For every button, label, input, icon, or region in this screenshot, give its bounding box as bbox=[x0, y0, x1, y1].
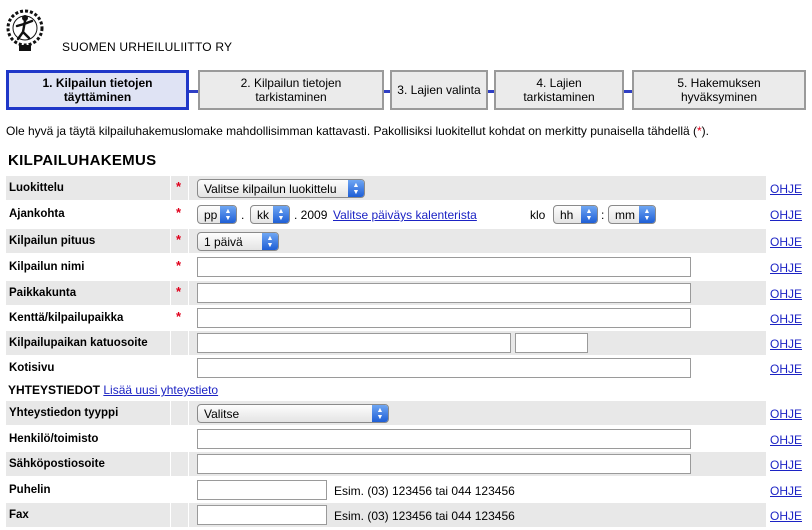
phone-input[interactable] bbox=[197, 480, 327, 500]
progress-stepper: 1. Kilpailun tietojen täyttäminen 2. Kil… bbox=[6, 70, 806, 110]
federation-logo bbox=[6, 6, 44, 56]
contact-person-input[interactable] bbox=[197, 429, 691, 449]
fax-example: Esim. (03) 123456 tai 044 123456 bbox=[334, 509, 515, 523]
classification-label: Luokittelu bbox=[6, 176, 170, 200]
contact-type-select[interactable]: Valitse ▲ ▼ bbox=[197, 404, 389, 423]
help-link-homepage[interactable]: OHJE bbox=[770, 362, 802, 376]
contact-section-header: YHTEYSTIEDOT Lisää uusi yhteystieto bbox=[8, 383, 218, 397]
fax-label: Fax bbox=[6, 503, 170, 527]
row-classification: Luokittelu * Valitse kilpailun luokittel… bbox=[6, 176, 806, 201]
row-homepage: Kotisivu OHJE bbox=[6, 356, 806, 381]
row-street-address: Kilpailupaikan katuosoite OHJE bbox=[6, 331, 806, 356]
intro-text: Ole hyvä ja täytä kilpailuhakemuslomake … bbox=[6, 124, 710, 138]
help-link-venue[interactable]: OHJE bbox=[770, 312, 802, 326]
contact-person-label: Henkilö/toimisto bbox=[9, 433, 99, 445]
contact-section-title: YHTEYSTIEDOT bbox=[8, 383, 101, 397]
date-label: Ajankohta bbox=[9, 208, 65, 220]
required-mark: * bbox=[171, 281, 188, 305]
select-arrows-icon: ▲ ▼ bbox=[581, 206, 597, 223]
municipality-input[interactable] bbox=[197, 283, 691, 303]
help-link-contact-person[interactable]: OHJE bbox=[770, 433, 802, 447]
required-mark: * bbox=[171, 229, 188, 253]
step-3-choose-events[interactable]: 3. Lajien valinta bbox=[390, 70, 488, 110]
form-title: KILPAILUHAKEMUS bbox=[8, 152, 157, 169]
time-label: klo bbox=[530, 208, 546, 222]
email-input[interactable] bbox=[197, 454, 691, 474]
email-label: Sähköpostiosoite bbox=[6, 452, 170, 476]
organization-name: SUOMEN URHEILULIITTO RY bbox=[62, 40, 233, 54]
municipality-label: Paikkakunta bbox=[6, 281, 170, 305]
classification-select[interactable]: Valitse kilpailun luokittelu ▲ ▼ bbox=[197, 179, 365, 198]
add-contact-link[interactable]: Lisää uusi yhteystieto bbox=[103, 383, 218, 397]
select-arrows-icon: ▲ ▼ bbox=[372, 405, 388, 422]
row-competition-name: Kilpailun nimi * OHJE bbox=[6, 255, 806, 280]
month-select[interactable]: kk ▲ ▼ bbox=[250, 205, 290, 224]
duration-label: Kilpailun pituus bbox=[6, 229, 170, 253]
postal-code-input[interactable] bbox=[515, 333, 588, 353]
row-fax: Fax Esim. (03) 123456 tai 044 123456 OHJ… bbox=[6, 503, 806, 528]
select-arrows-icon: ▲ ▼ bbox=[348, 180, 364, 197]
year-text: . 2009 bbox=[294, 208, 328, 222]
row-phone: Puhelin Esim. (03) 123456 tai 044 123456… bbox=[6, 478, 806, 503]
phone-example: Esim. (03) 123456 tai 044 123456 bbox=[334, 484, 515, 498]
date-separator: . bbox=[241, 208, 245, 222]
help-link-classification[interactable]: OHJE bbox=[770, 182, 802, 196]
venue-label: Kenttä/kilpailupaikka bbox=[9, 312, 124, 324]
help-link-phone[interactable]: OHJE bbox=[770, 484, 802, 498]
row-date: Ajankohta * pp ▲ ▼ . kk ▲ ▼ . 2009 Valitse p… bbox=[6, 202, 806, 227]
street-address-input[interactable] bbox=[197, 333, 511, 353]
street-address-label: Kilpailupaikan katuosoite bbox=[6, 331, 170, 355]
help-link-date[interactable]: OHJE bbox=[770, 208, 802, 222]
select-arrows-icon: ▲ ▼ bbox=[273, 206, 289, 223]
homepage-input[interactable] bbox=[197, 358, 691, 378]
venue-input[interactable] bbox=[197, 308, 691, 328]
required-mark: * bbox=[176, 258, 182, 273]
required-mark: * bbox=[171, 176, 188, 200]
help-link-competition-name[interactable]: OHJE bbox=[770, 261, 802, 275]
help-link-duration[interactable]: OHJE bbox=[770, 235, 802, 249]
homepage-label: Kotisivu bbox=[9, 362, 55, 374]
row-email: Sähköpostiosoite OHJE bbox=[6, 452, 806, 477]
row-contact-type: Yhteystiedon tyyppi Valitse ▲ ▼ OHJE bbox=[6, 401, 806, 426]
row-venue: Kenttä/kilpailupaikka * OHJE bbox=[6, 306, 806, 331]
help-link-municipality[interactable]: OHJE bbox=[770, 287, 802, 301]
contact-type-label: Yhteystiedon tyyppi bbox=[6, 401, 170, 425]
fax-input[interactable] bbox=[197, 505, 327, 525]
step-2-review-details[interactable]: 2. Kilpailun tietojen tarkistaminen bbox=[198, 70, 384, 110]
competition-name-label: Kilpailun nimi bbox=[9, 261, 85, 273]
help-link-contact-type[interactable]: OHJE bbox=[770, 407, 802, 421]
competition-name-input[interactable] bbox=[197, 257, 691, 277]
hour-select[interactable]: hh ▲ ▼ bbox=[553, 205, 598, 224]
step-5-approve-application[interactable]: 5. Hakemuksen hyväksyminen bbox=[632, 70, 806, 110]
step-4-review-events[interactable]: 4. Lajien tarkistaminen bbox=[494, 70, 624, 110]
calendar-link[interactable]: Valitse päiväys kalenterista bbox=[333, 208, 477, 222]
minute-select[interactable]: mm ▲ ▼ bbox=[608, 205, 656, 224]
duration-select[interactable]: 1 päivä ▲ ▼ bbox=[197, 232, 279, 251]
help-link-street-address[interactable]: OHJE bbox=[770, 337, 802, 351]
required-mark: * bbox=[176, 309, 182, 324]
time-separator: : bbox=[601, 208, 605, 222]
row-duration: Kilpailun pituus * 1 päivä ▲ ▼ OHJE bbox=[6, 229, 806, 254]
phone-label: Puhelin bbox=[9, 484, 51, 496]
select-arrows-icon: ▲ ▼ bbox=[262, 233, 278, 250]
help-link-fax[interactable]: OHJE bbox=[770, 509, 802, 523]
row-contact-person: Henkilö/toimisto OHJE bbox=[6, 427, 806, 452]
step-1-fill-details[interactable]: 1. Kilpailun tietojen täyttäminen bbox=[6, 70, 189, 110]
select-arrows-icon: ▲ ▼ bbox=[639, 206, 655, 223]
help-link-email[interactable]: OHJE bbox=[770, 458, 802, 472]
required-mark: * bbox=[176, 205, 182, 220]
row-municipality: Paikkakunta * OHJE bbox=[6, 281, 806, 306]
select-arrows-icon: ▲ ▼ bbox=[220, 206, 236, 223]
day-select[interactable]: pp ▲ ▼ bbox=[197, 205, 237, 224]
